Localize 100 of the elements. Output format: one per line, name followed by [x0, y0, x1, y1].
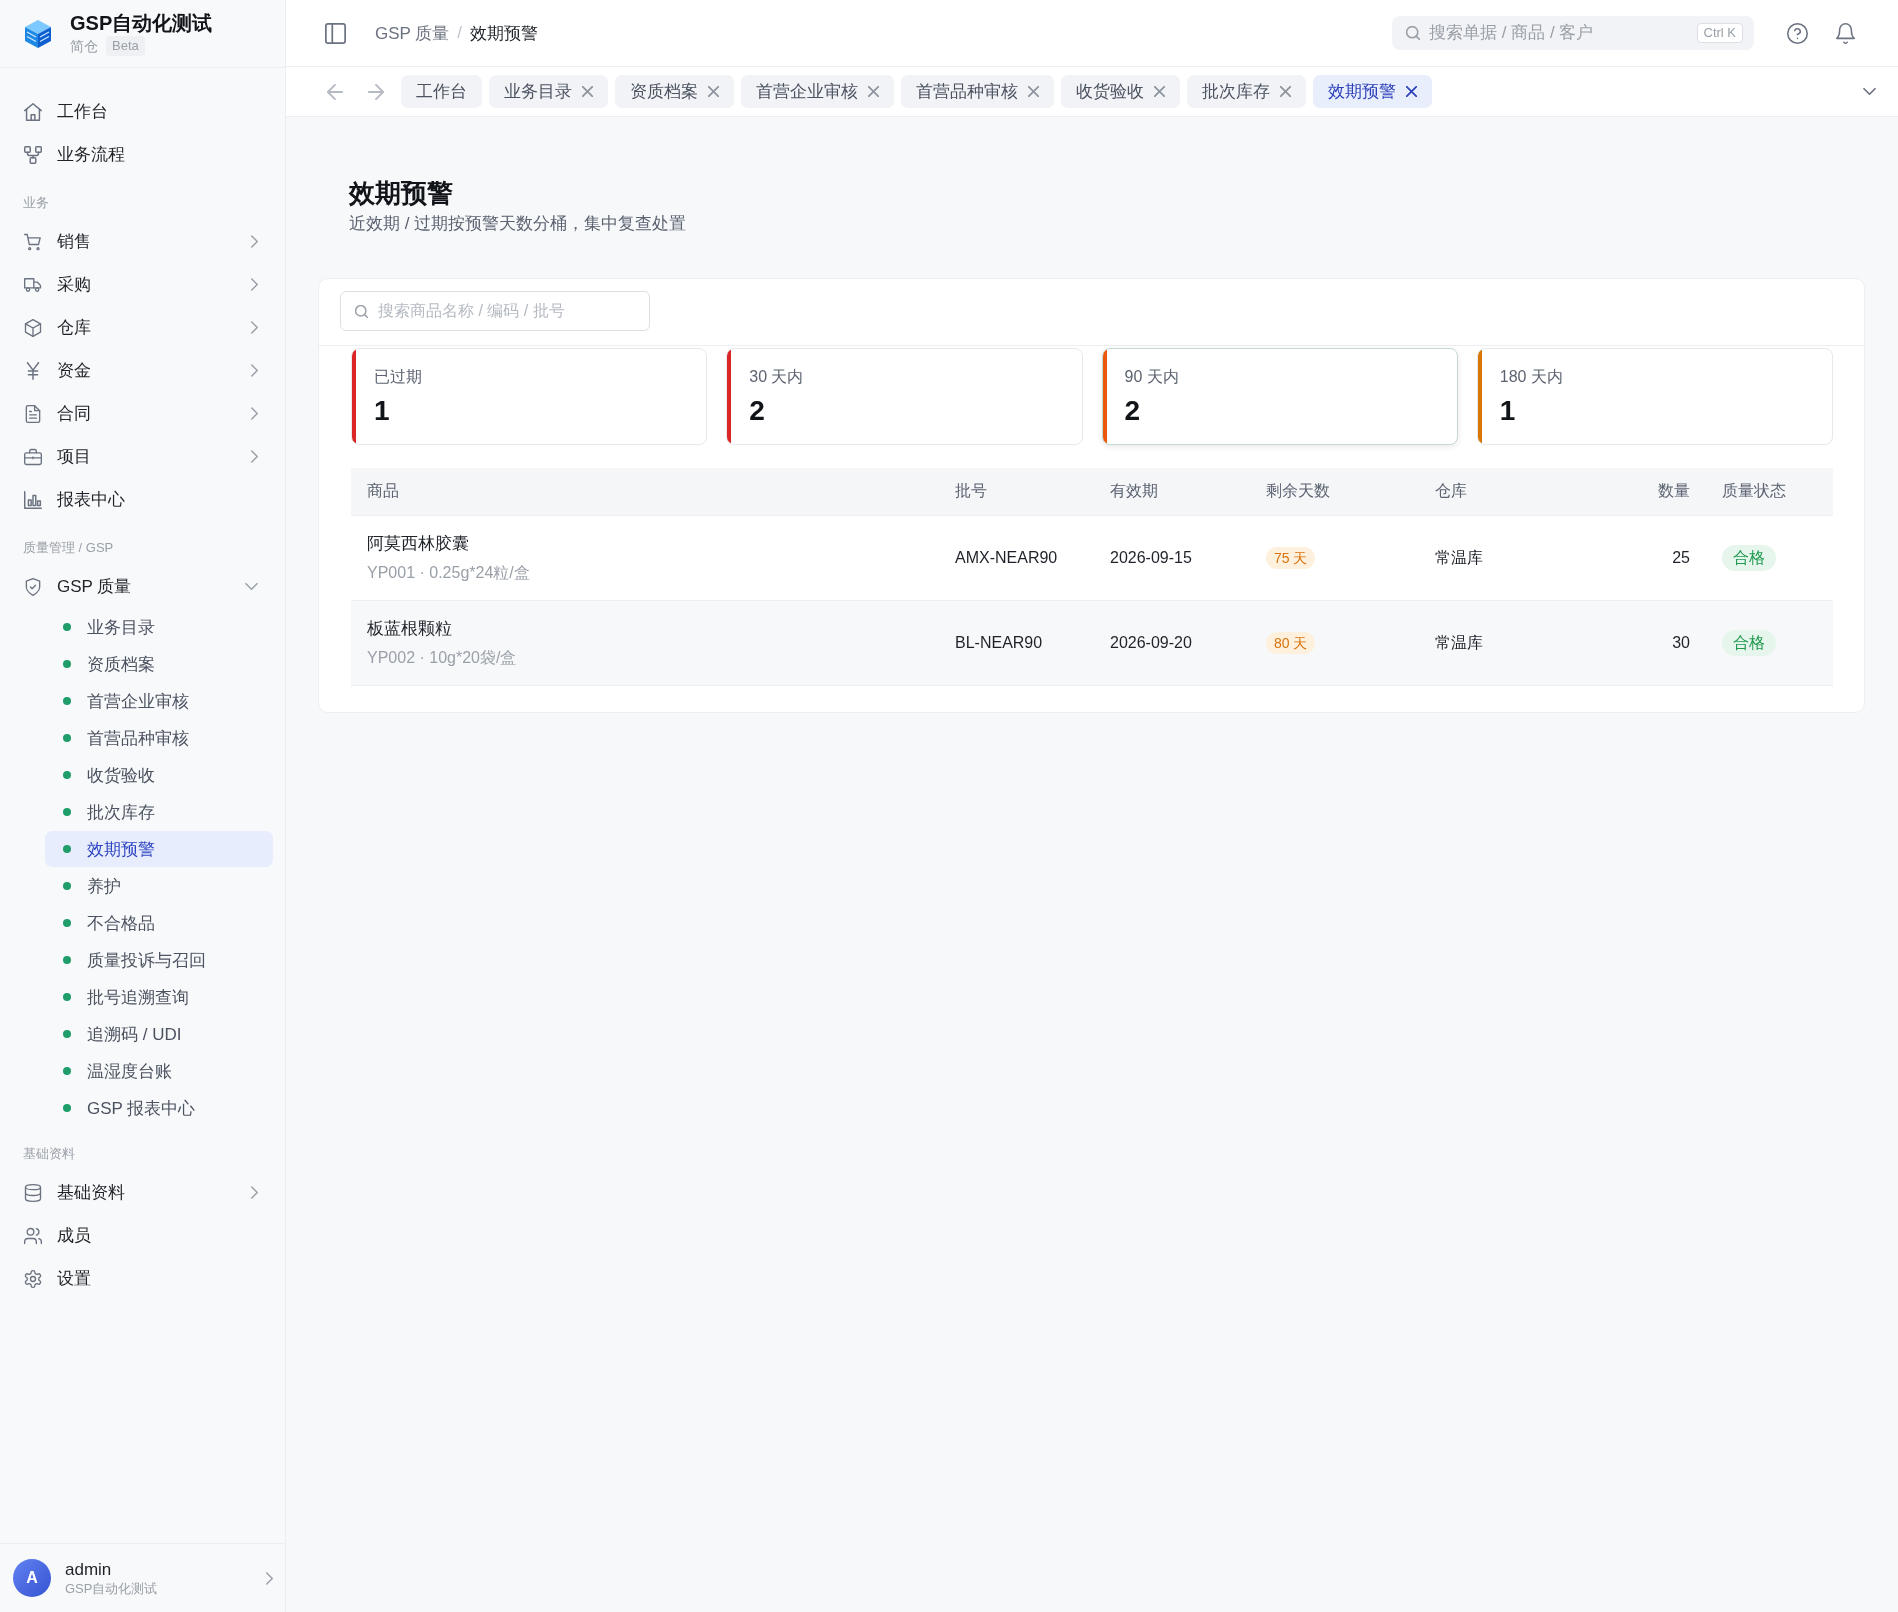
column-header: 商品: [367, 482, 399, 499]
sidebar-subitem[interactable]: 温湿度台账: [45, 1053, 273, 1089]
sidebar-item[interactable]: 设置: [12, 1257, 273, 1300]
box-icon: [24, 318, 42, 337]
sidebar-subitem[interactable]: 批号追溯查询: [45, 979, 273, 1015]
flow-icon: [24, 145, 42, 164]
chevron-right-icon: [251, 364, 258, 377]
section-heading: 业务: [22, 194, 50, 212]
database-icon: [24, 1183, 42, 1202]
chevron-down-icon: [245, 583, 258, 590]
dot-icon: [63, 771, 71, 779]
stat-card[interactable]: 已过期 1: [351, 348, 708, 445]
dot-icon: [63, 697, 71, 705]
search-icon: [1406, 26, 1420, 40]
table-cell: 30: [1672, 634, 1690, 651]
sidebar-item[interactable]: 成员: [12, 1214, 273, 1257]
sidebar-subitem[interactable]: 首营品种审核: [45, 720, 273, 756]
chevron-right-icon: [251, 450, 258, 463]
sidebar-item[interactable]: GSP 质量: [12, 565, 273, 608]
sidebar-item[interactable]: 项目: [12, 435, 273, 478]
chevron-right-icon: [266, 1571, 273, 1585]
stat-value: 1: [374, 394, 391, 428]
sidebar-item[interactable]: 业务流程: [12, 133, 273, 176]
dot-icon: [63, 1067, 71, 1075]
filter-input[interactable]: 搜索商品名称 / 编码 / 批号: [378, 302, 637, 320]
sidebar-item[interactable]: 报表中心: [12, 478, 273, 521]
sidebar-item[interactable]: 基础资料: [12, 1171, 273, 1214]
table-cell: 25: [1672, 549, 1690, 566]
table-cell: AMX-NEAR90: [955, 549, 1058, 566]
cube-logo-icon: [24, 18, 52, 49]
page-tab[interactable]: 工作台: [401, 75, 482, 108]
stat-card[interactable]: 180 天内 1: [1476, 348, 1833, 445]
column-header: 有效期: [1110, 482, 1158, 499]
table-cell: 常温库: [1435, 633, 1483, 651]
search-input[interactable]: 搜索单据 / 商品 / 客户: [1429, 23, 1688, 43]
table-cell: BL-NEAR90: [955, 634, 1043, 651]
page-tab[interactable]: 业务目录: [489, 75, 608, 108]
status-badge: 合格: [1722, 630, 1776, 656]
product-name: 阿莫西林胶囊: [367, 533, 470, 555]
sidebar-subitem[interactable]: 质量投诉与召回: [45, 942, 273, 978]
stat-card[interactable]: 90 天内 2: [1101, 348, 1458, 445]
stat-value: 1: [1499, 394, 1517, 428]
page-title: 效期预警: [349, 178, 454, 208]
forward-arrow-icon[interactable]: [368, 83, 384, 100]
page-tab[interactable]: 批次库存: [1187, 75, 1306, 108]
filter-box[interactable]: 搜索商品名称 / 编码 / 批号: [340, 291, 650, 331]
page-tab[interactable]: 资质档案: [615, 75, 734, 108]
sidebar-subitem[interactable]: 资质档案: [45, 646, 273, 682]
cart-icon: [24, 232, 42, 251]
close-icon[interactable]: [1406, 86, 1417, 97]
shield-icon: [24, 577, 42, 596]
stat-card[interactable]: 30 天内 2: [726, 348, 1083, 445]
sidebar-subitem[interactable]: 养护: [45, 868, 273, 904]
sidebar-subitem[interactable]: 效期预警: [45, 831, 273, 867]
shortcut-hint: Ctrl K: [1696, 23, 1743, 43]
briefcase-icon: [24, 447, 42, 466]
breadcrumb-separator: /: [457, 23, 463, 43]
product-detail: YP002 · 10g*20袋/盒: [367, 648, 518, 668]
dot-icon: [63, 993, 71, 1001]
stat-label: 90 天内: [1124, 367, 1179, 387]
sidebar-subitem[interactable]: 业务目录: [45, 609, 273, 645]
help-icon[interactable]: [1787, 22, 1808, 44]
dot-icon: [63, 845, 71, 853]
bell-icon[interactable]: [1835, 22, 1856, 44]
beta-badge: Beta: [106, 36, 145, 56]
stat-label: 30 天内: [749, 367, 804, 387]
dot-icon: [63, 882, 71, 890]
dot-icon: [63, 919, 71, 927]
user-name: admin: [65, 1559, 113, 1580]
status-badge: 合格: [1722, 545, 1776, 571]
stat-label: 已过期: [374, 367, 422, 387]
page-tab[interactable]: 首营企业审核: [741, 75, 894, 108]
dot-icon: [63, 956, 71, 964]
sidebar-item[interactable]: 资金: [12, 349, 273, 392]
sidebar-item[interactable]: 销售: [12, 220, 273, 263]
page-tab[interactable]: 首营品种审核: [901, 75, 1054, 108]
sidebar-subitem[interactable]: GSP 报表中心: [45, 1090, 273, 1126]
breadcrumb-current: 效期预警: [470, 22, 539, 45]
page-tab[interactable]: 收货验收: [1061, 75, 1180, 108]
sidebar-item[interactable]: 工作台: [12, 90, 273, 133]
back-arrow-icon[interactable]: [327, 83, 343, 100]
days-left-badge: 80 天: [1266, 632, 1316, 654]
dot-icon: [63, 1104, 71, 1112]
user-menu[interactable]: A admin GSP自动化测试: [0, 1543, 285, 1612]
sidebar-subitem[interactable]: 批次库存: [45, 794, 273, 830]
sidebar-toggle-icon[interactable]: [325, 22, 346, 44]
sidebar-subitem[interactable]: 首营企业审核: [45, 683, 273, 719]
table-cell: 常温库: [1435, 548, 1483, 566]
home-icon: [24, 102, 42, 121]
chevron-right-icon: [251, 407, 258, 420]
sidebar-subitem[interactable]: 收货验收: [45, 757, 273, 793]
breadcrumb-link[interactable]: GSP 质量: [375, 21, 450, 45]
sidebar-item[interactable]: 仓库: [12, 306, 273, 349]
sidebar-subitem[interactable]: 追溯码 / UDI: [45, 1016, 273, 1052]
sidebar-item[interactable]: 合同: [12, 392, 273, 435]
sidebar-subitem[interactable]: 不合格品: [45, 905, 273, 941]
chevron-down-icon[interactable]: [1863, 88, 1876, 95]
page-tab[interactable]: 效期预警: [1313, 75, 1432, 108]
dot-icon: [63, 660, 71, 668]
sidebar-item[interactable]: 采购: [12, 263, 273, 306]
